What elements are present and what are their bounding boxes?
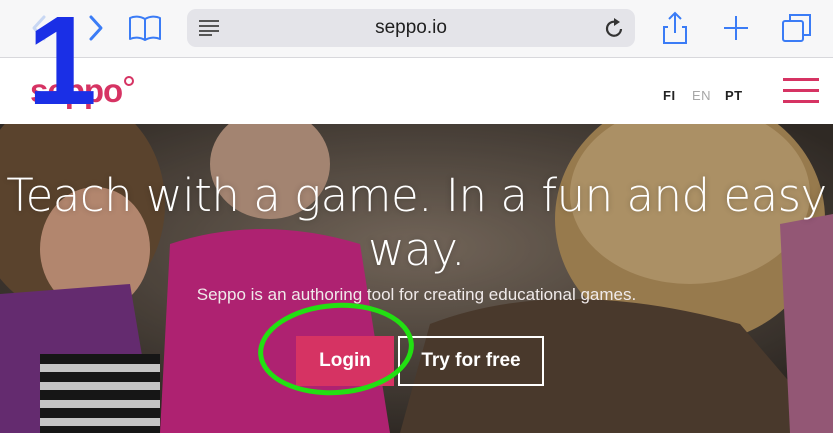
url-text: seppo.io	[375, 17, 447, 38]
reload-icon[interactable]	[605, 17, 625, 39]
new-tab-button[interactable]	[718, 10, 754, 46]
tabs-icon	[782, 14, 811, 42]
tabs-button[interactable]	[779, 10, 815, 46]
logo-dot	[124, 76, 134, 86]
step-number-annotation: 1	[27, 0, 98, 131]
hero-subtitle: Seppo is an authoring tool for creating …	[196, 285, 637, 304]
hamburger-menu-icon[interactable]	[783, 78, 819, 104]
language-fi[interactable]: FI	[663, 88, 676, 103]
site-header: seppo FI EN PT	[0, 58, 833, 124]
hero-title: Teach with a game. In a fun and easy way…	[6, 169, 827, 276]
share-button[interactable]	[657, 10, 693, 46]
share-icon	[663, 11, 687, 44]
book-icon	[129, 15, 161, 41]
plus-icon	[724, 16, 748, 40]
language-pt[interactable]: PT	[725, 88, 743, 103]
address-bar[interactable]: seppo.io	[187, 9, 635, 47]
try-for-free-button[interactable]: Try for free	[398, 336, 544, 386]
hero-section: Teach with a game. In a fun and easy way…	[0, 124, 833, 433]
language-en[interactable]: EN	[692, 88, 711, 103]
browser-toolbar: seppo.io	[0, 0, 833, 58]
bookmarks-button[interactable]	[127, 10, 163, 46]
